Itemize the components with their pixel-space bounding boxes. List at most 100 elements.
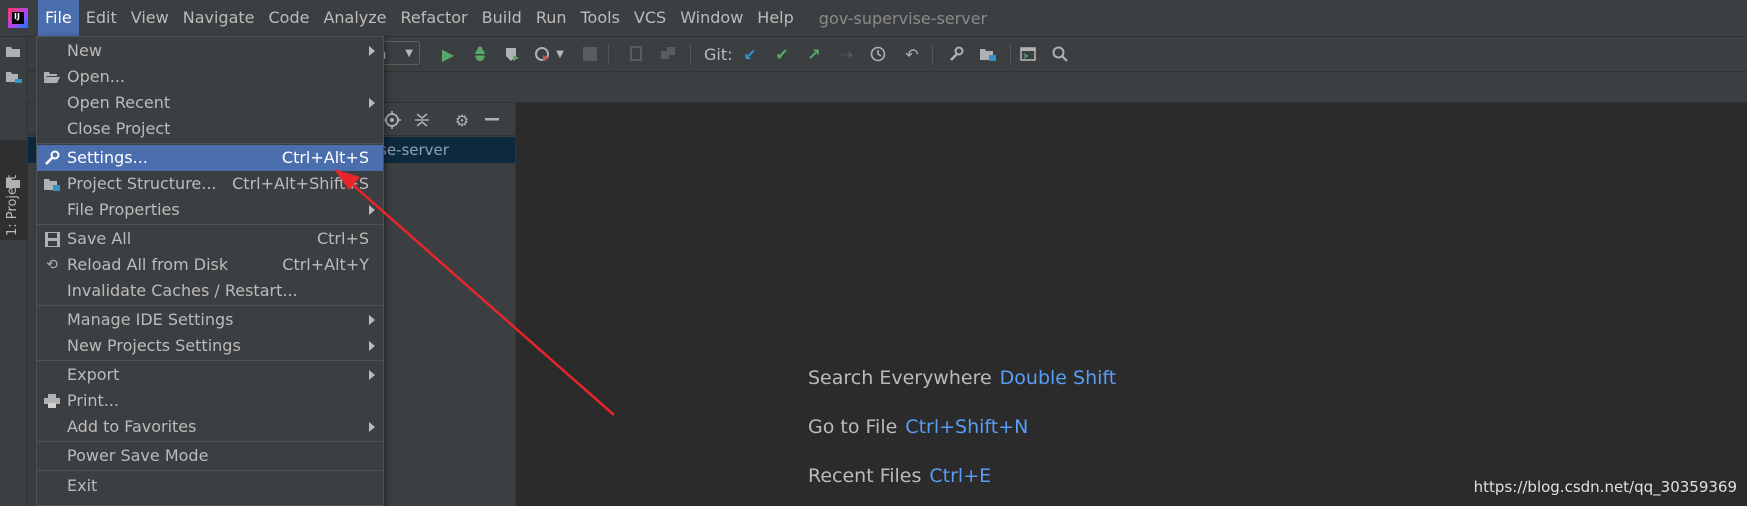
menu-item-export[interactable]: Export — [37, 362, 383, 388]
hint-search-everywhere: Search Everywhere Double Shift — [808, 367, 1116, 389]
hint-go-to-file: Go to File Ctrl+Shift+N — [808, 416, 1028, 438]
menu-separator — [37, 143, 383, 144]
git-label: Git: — [704, 45, 733, 64]
menu-item-label: File Properties — [67, 200, 180, 219]
menu-separator — [37, 470, 383, 471]
menu-item-label: Print... — [67, 391, 120, 410]
run-icon[interactable]: ▶ — [436, 43, 460, 65]
project-structure-icon[interactable] — [976, 43, 1000, 65]
menu-item-label: Add to Favorites — [67, 417, 197, 436]
git-push-icon[interactable]: ↗ — [802, 43, 826, 65]
folder-icon[interactable] — [6, 71, 22, 83]
tab-project[interactable]: 1: Project — [0, 140, 27, 240]
menu-edit[interactable]: Edit — [79, 0, 124, 36]
git-commit-icon[interactable]: ✔ — [770, 43, 794, 65]
reload-icon: ⟲ — [46, 257, 58, 273]
menu-item-label: New Projects Settings — [67, 336, 241, 355]
collapse-all-icon[interactable] — [412, 110, 432, 130]
menu-item-label: Power Save Mode — [67, 446, 209, 465]
menu-item-label: New — [67, 41, 102, 60]
menu-navigate[interactable]: Navigate — [176, 0, 262, 36]
menu-item-project-structure[interactable]: Project Structure... Ctrl+Alt+Shift+S — [37, 171, 383, 197]
menu-item-new-projects-settings[interactable]: New Projects Settings — [37, 333, 383, 359]
toolbar-separator — [690, 45, 691, 65]
menu-help[interactable]: Help — [750, 0, 800, 36]
menu-separator — [37, 441, 383, 442]
toolbar-separator — [1010, 45, 1011, 65]
watermark-url: https://blog.csdn.net/qq_30359369 — [1473, 478, 1737, 496]
save-icon — [43, 230, 61, 248]
chevron-down-icon: ▼ — [405, 48, 413, 59]
menu-item-open-recent[interactable]: Open Recent — [37, 90, 383, 116]
menu-separator — [37, 360, 383, 361]
wrench-icon[interactable] — [944, 43, 968, 65]
menu-item-label: Export — [67, 365, 120, 384]
build-artifacts-icon[interactable] — [656, 43, 680, 65]
menu-analyze[interactable]: Analyze — [316, 0, 393, 36]
menu-item-label: Reload All from Disk — [67, 255, 229, 274]
menu-item-manage-ide-settings[interactable]: Manage IDE Settings — [37, 307, 383, 333]
menu-code[interactable]: Code — [262, 0, 317, 36]
menu-item-settings[interactable]: Settings... Ctrl+Alt+S — [37, 145, 383, 171]
menu-item-new[interactable]: New — [37, 38, 383, 64]
menu-file[interactable]: File — [38, 0, 79, 36]
menu-item-reload-all[interactable]: ⟲ Reload All from Disk Ctrl+Alt+Y — [37, 252, 383, 278]
menu-item-shortcut: Ctrl+S — [316, 229, 369, 248]
menu-separator — [37, 224, 383, 225]
menu-item-save-all[interactable]: Save All Ctrl+S — [37, 226, 383, 252]
locate-icon[interactable] — [382, 110, 402, 130]
rollback-icon[interactable]: ↶ — [900, 43, 924, 65]
history-icon[interactable] — [866, 43, 890, 65]
hint-label: Recent Files — [808, 465, 922, 487]
menu-item-invalidate-caches[interactable]: Invalidate Caches / Restart... — [37, 278, 383, 304]
menu-item-print[interactable]: Print... — [37, 388, 383, 414]
menu-item-file-properties[interactable]: File Properties — [37, 197, 383, 223]
left-tool-strip: 1: Project — [0, 37, 28, 506]
folder-icon[interactable] — [6, 177, 22, 189]
hint-shortcut: Double Shift — [999, 367, 1117, 389]
folder-open-icon[interactable] — [6, 46, 22, 58]
folder-open-icon — [43, 68, 61, 86]
menu-bar: IJ File Edit View Navigate Code Analyze … — [0, 0, 1747, 37]
menu-view[interactable]: View — [124, 0, 176, 36]
terminal-window-icon[interactable] — [1016, 43, 1040, 65]
search-icon[interactable] — [1048, 43, 1072, 65]
hint-shortcut: Ctrl+Shift+N — [905, 416, 1029, 438]
minimize-icon[interactable] — [482, 110, 502, 130]
menu-window[interactable]: Window — [673, 0, 750, 36]
attach-icon[interactable] — [624, 43, 648, 65]
editor-empty-area: Search Everywhere Double Shift Go to File… — [516, 103, 1747, 506]
gear-icon[interactable]: ⚙ — [452, 110, 472, 130]
menu-item-label: Settings... — [67, 148, 148, 167]
chevron-down-icon[interactable]: ▼ — [548, 43, 572, 65]
menu-vcs[interactable]: VCS — [627, 0, 673, 36]
stop-icon[interactable] — [578, 43, 602, 65]
toolbar-separator — [608, 45, 609, 65]
hint-recent-files: Recent Files Ctrl+E — [808, 465, 991, 487]
git-update-icon[interactable]: ↙ — [738, 43, 762, 65]
menu-tools[interactable]: Tools — [574, 0, 627, 36]
git-merge-icon[interactable]: ⇢ — [834, 43, 858, 65]
menu-run[interactable]: Run — [529, 0, 574, 36]
submenu-arrow-icon — [369, 205, 375, 215]
menu-item-exit[interactable]: Exit — [37, 473, 383, 499]
tree-node-label: se-server — [379, 141, 449, 159]
intellij-logo-icon: IJ — [8, 8, 28, 28]
hint-shortcut: Ctrl+E — [929, 465, 992, 487]
menu-item-close-project[interactable]: Close Project — [37, 116, 383, 142]
hint-label: Search Everywhere — [808, 367, 992, 389]
menu-refactor[interactable]: Refactor — [394, 0, 475, 36]
run-with-coverage-icon[interactable] — [500, 43, 524, 65]
menu-item-shortcut: Ctrl+Alt+Y — [282, 255, 369, 274]
menu-item-add-to-favorites[interactable]: Add to Favorites — [37, 414, 383, 440]
project-title: gov-supervise-server — [818, 8, 988, 28]
menu-build[interactable]: Build — [475, 0, 529, 36]
menu-item-label: Project Structure... — [67, 174, 217, 193]
ide-window: IJ File Edit View Navigate Code Analyze … — [0, 0, 1747, 506]
menu-item-power-save-mode[interactable]: Power Save Mode — [37, 443, 383, 469]
debug-icon[interactable] — [468, 43, 492, 65]
menu-item-shortcut: Ctrl+Alt+Shift+S — [232, 174, 369, 193]
submenu-arrow-icon — [369, 370, 375, 380]
menu-item-open[interactable]: Open... — [37, 64, 383, 90]
submenu-arrow-icon — [369, 341, 375, 351]
